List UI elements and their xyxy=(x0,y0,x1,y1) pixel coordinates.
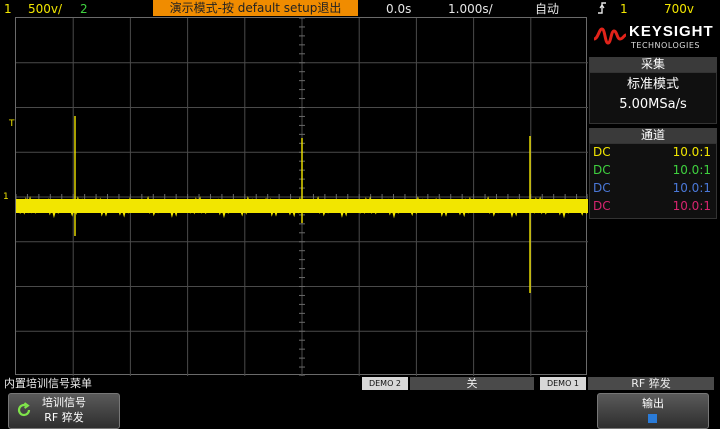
channel3-row[interactable]: DC 10.0:1 xyxy=(591,181,715,195)
output-label: 输出 xyxy=(642,397,664,410)
channel4-probe: 10.0:1 xyxy=(672,199,711,213)
channel2-probe: 10.0:1 xyxy=(672,163,711,177)
acquire-box[interactable]: 标准模式 5.00MSa/s xyxy=(589,72,717,124)
info-panel: KEYSIGHT TECHNOLOGIES 采集 标准模式 5.00MSa/s … xyxy=(589,17,717,375)
trigger-source[interactable]: 1 xyxy=(620,1,628,17)
trigger-level-marker[interactable]: T xyxy=(9,119,15,129)
channel1-ground-marker[interactable]: 1 xyxy=(3,192,9,202)
channel1-probe: 10.0:1 xyxy=(672,145,711,159)
channel2-row[interactable]: DC 10.0:1 xyxy=(591,163,715,177)
output-softkey[interactable]: 输出 xyxy=(597,393,709,429)
keysight-wave-icon xyxy=(593,27,627,45)
channel1-row[interactable]: DC 10.0:1 xyxy=(591,145,715,159)
waveform-display[interactable] xyxy=(15,17,588,376)
channel1-scale[interactable]: 500v/ xyxy=(28,1,62,17)
training-signal-softkey[interactable]: 培训信号 RF 猝发 xyxy=(8,393,120,429)
demo2-tag: DEMO 2 xyxy=(362,377,408,390)
demo1-tag: DEMO 1 xyxy=(540,377,586,390)
acquire-mode: 标准模式 xyxy=(626,77,679,92)
time-delay[interactable]: 0.0s xyxy=(386,1,411,17)
training-signal-value: RF 猝发 xyxy=(44,411,84,424)
channel3-coupling: DC xyxy=(593,181,611,195)
time-scale[interactable]: 1.000s/ xyxy=(448,1,493,17)
channel1-coupling: DC xyxy=(593,145,611,159)
channel2-coupling: DC xyxy=(593,163,611,177)
trigger-mode[interactable]: 自动 xyxy=(535,1,559,17)
keysight-logo: KEYSIGHT TECHNOLOGIES xyxy=(589,17,717,57)
status-bar: 1 500v/ 2 演示模式-按 default setup退出 0.0s 1.… xyxy=(0,0,720,18)
channel1-number[interactable]: 1 xyxy=(4,1,12,17)
output-enabled-checkbox xyxy=(648,414,657,423)
channel2-number[interactable]: 2 xyxy=(80,1,88,17)
channels-title: 通道 xyxy=(589,128,717,143)
demo1-value: RF 猝发 xyxy=(588,377,714,390)
channel4-row[interactable]: DC 10.0:1 xyxy=(591,199,715,213)
training-signal-label: 培训信号 xyxy=(42,396,86,409)
demo2-value: 关 xyxy=(410,377,534,390)
graticule-grid xyxy=(16,18,588,376)
channel4-coupling: DC xyxy=(593,199,611,213)
channel3-probe: 10.0:1 xyxy=(672,181,711,195)
menu-title: 内置培训信号菜单 xyxy=(4,377,92,390)
acquire-title: 采集 xyxy=(589,57,717,72)
brand-name: KEYSIGHT xyxy=(629,23,714,40)
demo-mode-banner: 演示模式-按 default setup退出 xyxy=(153,0,358,16)
trigger-level[interactable]: 700v xyxy=(664,1,694,17)
sample-rate: 5.00MSa/s xyxy=(619,97,687,112)
brand-subtitle: TECHNOLOGIES xyxy=(631,41,700,50)
softkey-menu-bar: 内置培训信号菜单 DEMO 2 关 DEMO 1 RF 猝发 xyxy=(0,376,720,391)
